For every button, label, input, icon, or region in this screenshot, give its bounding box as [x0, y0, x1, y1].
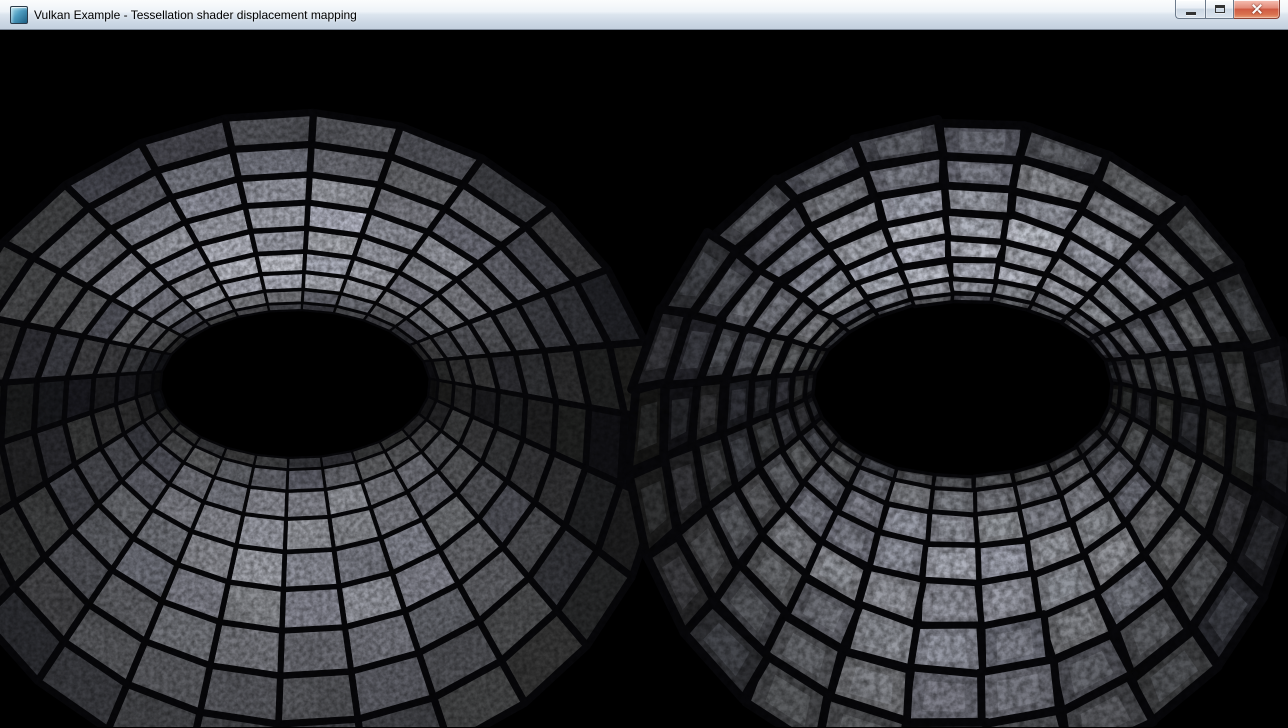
window-controls — [1175, 0, 1280, 19]
minimize-button[interactable] — [1175, 0, 1205, 19]
close-icon — [1251, 4, 1263, 14]
minimize-icon — [1186, 12, 1196, 15]
vulkan-scene — [0, 30, 1288, 727]
window-title: Vulkan Example - Tessellation shader dis… — [34, 8, 357, 22]
render-viewport[interactable] — [0, 30, 1288, 728]
app-icon — [10, 6, 28, 24]
close-button[interactable] — [1234, 0, 1280, 19]
maximize-button[interactable] — [1205, 0, 1234, 19]
app-window: Vulkan Example - Tessellation shader dis… — [0, 0, 1288, 728]
titlebar[interactable]: Vulkan Example - Tessellation shader dis… — [0, 0, 1288, 30]
maximize-icon — [1215, 5, 1225, 13]
